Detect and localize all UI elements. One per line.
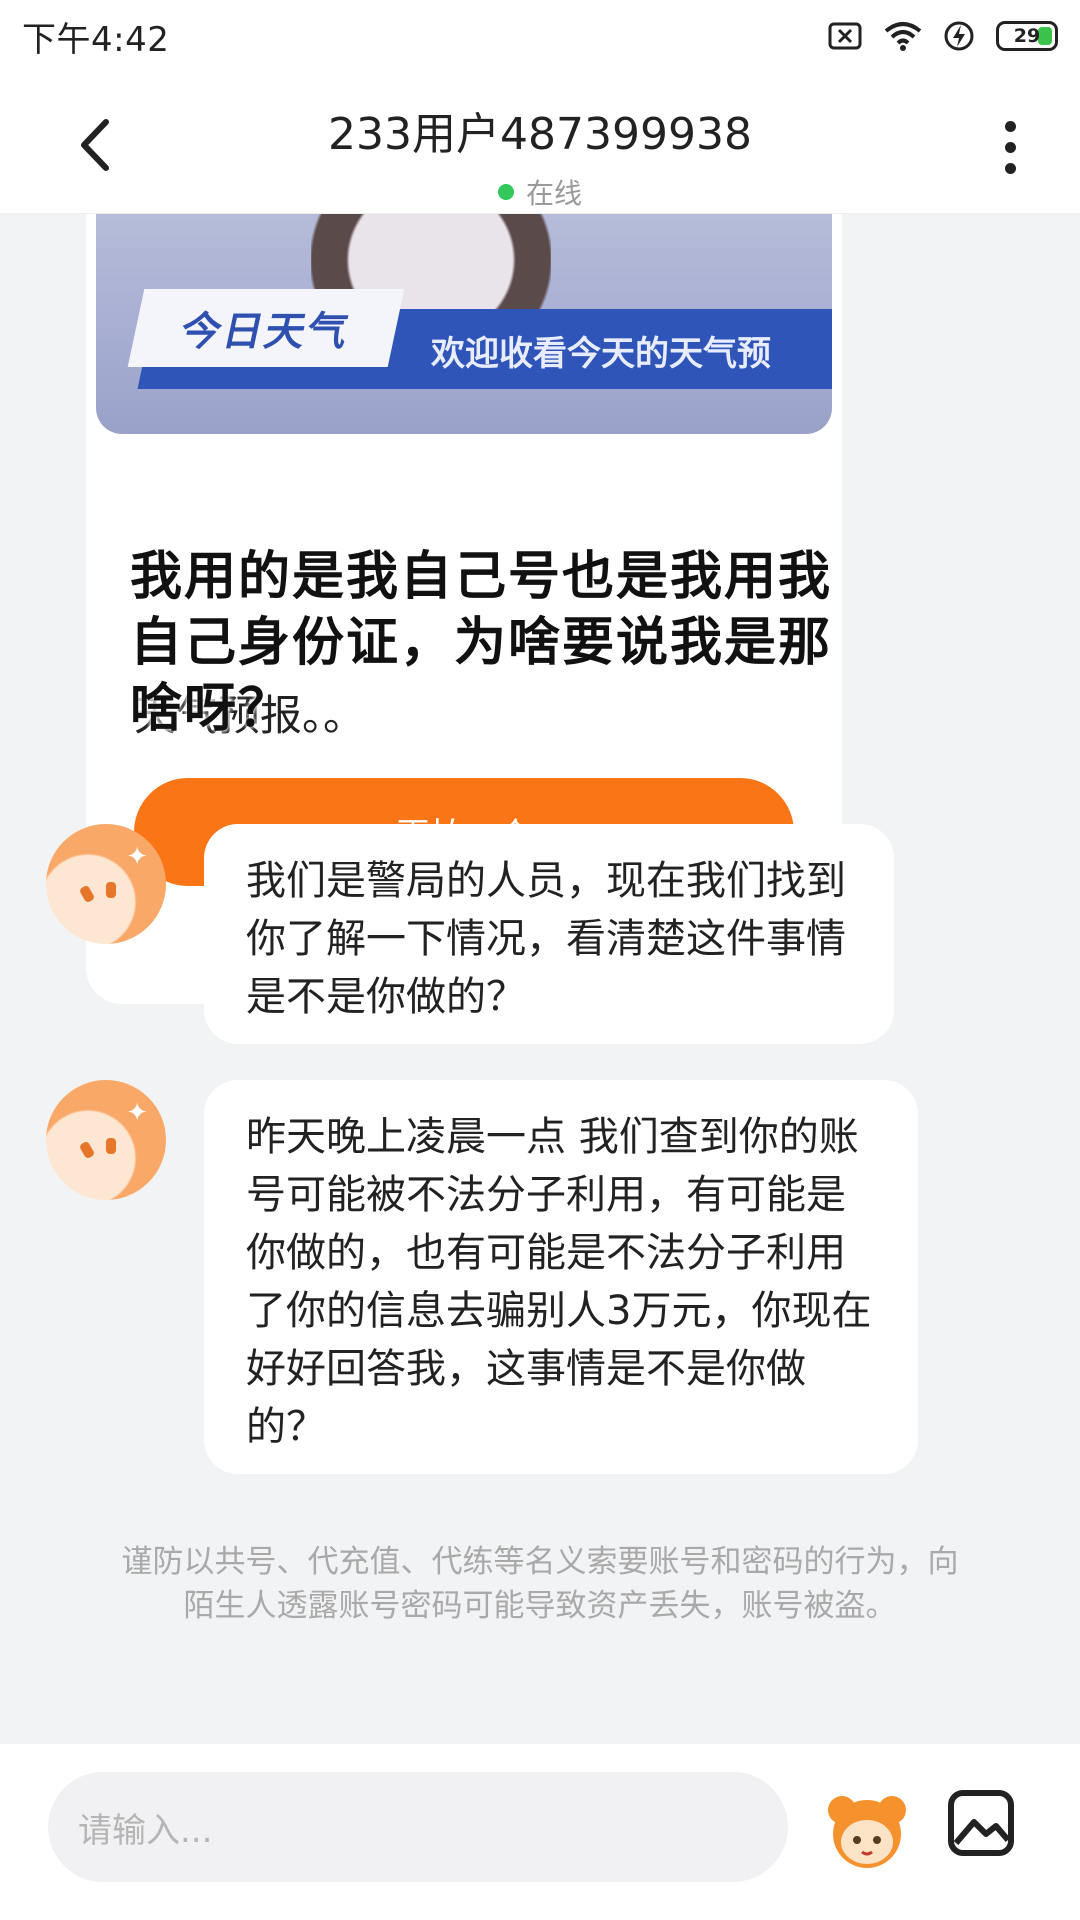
chat-header: 233用户487399938 在线: [0, 72, 1080, 214]
input-bar: 请输入...: [0, 1744, 1080, 1920]
presence-status: 在线: [497, 172, 582, 212]
battery-icon: 29: [996, 21, 1058, 51]
battery-level: 29: [1013, 25, 1041, 47]
message-bubble[interactable]: 昨天晚上凌晨一点 我们查到你的账号可能被不法分子利用，有可能是你做的，也有可能是…: [204, 1080, 918, 1474]
avatar[interactable]: ✦: [46, 1080, 166, 1200]
sticker-button[interactable]: [822, 1784, 912, 1874]
charging-icon: [944, 21, 974, 51]
message-row: ✦ 我们是警局的人员，现在我们找到你了解一下情况，看清楚这件事情是不是你做的？: [46, 824, 894, 1044]
online-dot: [497, 184, 514, 200]
message-row: ✦ 昨天晚上凌晨一点 我们查到你的账号可能被不法分子利用，有可能是你做的，也有可…: [46, 1080, 918, 1474]
image-button[interactable]: [946, 1788, 1016, 1858]
status-bar: 下午4:42 29: [0, 0, 1080, 72]
wifi-icon: [884, 22, 922, 51]
banner-text: 欢迎收看今天的天气预: [431, 334, 771, 374]
weather-tag: 今日天气: [127, 289, 405, 367]
overlay-caption: 我用的是我自己号也是我用我自己身份证，为啥要说我是那啥呀？: [130, 547, 833, 739]
more-options-button[interactable]: [980, 112, 1040, 182]
avatar[interactable]: ✦: [46, 824, 166, 944]
message-bubble[interactable]: 我们是警局的人员，现在我们找到你了解一下情况，看清楚这件事情是不是你做的？: [204, 824, 894, 1044]
no-sim-icon: [828, 22, 862, 50]
security-warning: 谨防以共号、代充值、代练等名义索要账号和密码的行为，向陌生人透露账号密码可能导致…: [121, 1544, 959, 1624]
sticker-icon: [828, 1796, 906, 1868]
message-input[interactable]: 请输入...: [48, 1772, 788, 1882]
weather-image[interactable]: 今日天气 欢迎收看今天的天气预: [96, 214, 832, 434]
chat-area[interactable]: 今日天气 欢迎收看今天的天气预 天气预报。。 我用的是我自己号也是我用我自己身份…: [0, 214, 1080, 1744]
image-icon: [948, 1790, 1014, 1856]
presence-label: 在线: [525, 177, 582, 210]
more-vertical-icon: [1004, 120, 1016, 132]
chat-title: 233用户487399938: [328, 109, 752, 160]
status-time: 下午4:42: [22, 19, 170, 60]
title-wrap: 233用户487399938 在线: [0, 98, 1080, 212]
status-icons: 29: [828, 20, 1058, 52]
